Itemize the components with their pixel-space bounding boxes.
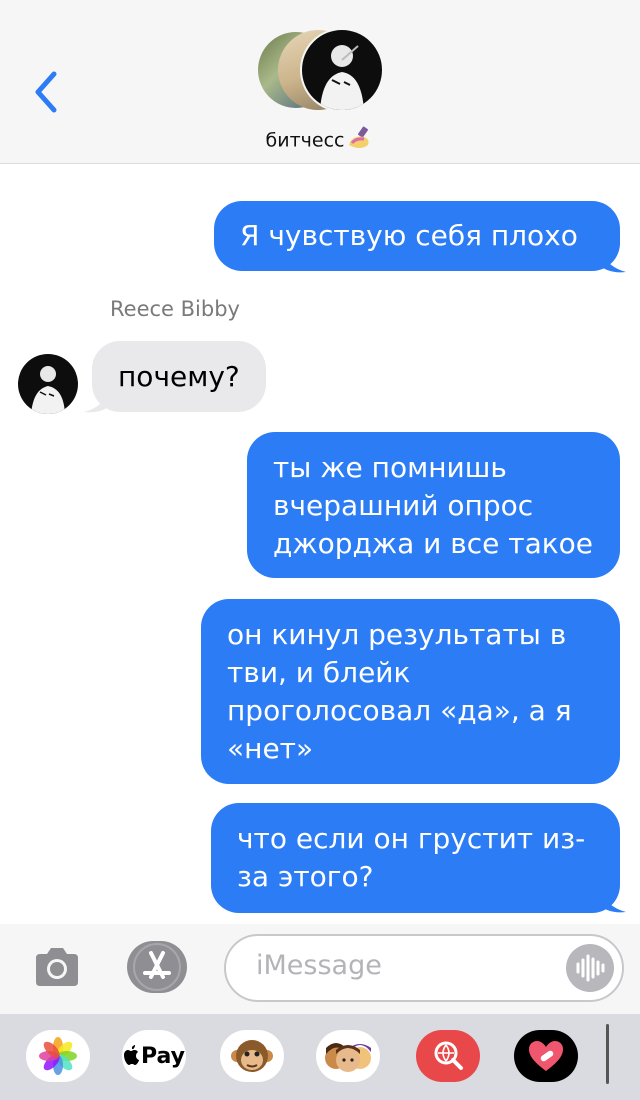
message-text-line: он кинул результаты в — [227, 618, 567, 651]
message-bubble-outgoing[interactable]: Я чувствую себя плохо — [214, 201, 620, 271]
avatar — [300, 28, 384, 112]
digital-touch-heart-icon — [529, 1041, 563, 1071]
message-text-line: тви, и блейк — [227, 656, 411, 689]
bubble-tail — [598, 888, 626, 913]
apple-pay-button[interactable]: Pay — [122, 1030, 186, 1082]
photos-app-button[interactable] — [26, 1030, 90, 1082]
message-input-placeholder: iMessage — [256, 950, 382, 981]
app-store-icon — [133, 943, 181, 991]
apple-logo-icon — [123, 1045, 139, 1065]
message-text-line: за этого? — [237, 860, 374, 893]
photos-app-icon — [39, 1037, 77, 1075]
image-search-icon — [434, 1041, 463, 1070]
group-name[interactable]: битчесс — [0, 125, 640, 156]
message-bubble-incoming[interactable]: почему? — [92, 341, 266, 412]
message-bubble-outgoing[interactable]: что если он грустит из- за этого? — [211, 803, 620, 913]
message-text: почему? — [118, 360, 240, 393]
app-store-button[interactable] — [127, 941, 187, 993]
sender-name: Reece Bibby — [110, 297, 240, 321]
audio-waveform-icon — [576, 954, 605, 982]
message-text-line: вчерашний опрос — [273, 489, 534, 522]
camera-icon — [36, 948, 78, 986]
message-text-line: джорджа и все такое — [273, 527, 593, 560]
apple-pay-label: Pay — [140, 1043, 186, 1069]
digital-touch-button[interactable] — [514, 1030, 578, 1082]
memoji-stickers-icon — [325, 1043, 371, 1072]
drawer-divider — [606, 1024, 609, 1084]
message-text-line: проголосовал «да», а я — [227, 694, 572, 727]
group-name-label: битчесс — [265, 129, 345, 152]
group-avatars[interactable] — [258, 28, 388, 112]
message-text-line: ты же помнишь — [273, 451, 507, 484]
chevron-left-icon — [35, 71, 57, 113]
message-text-line: «нет» — [227, 732, 314, 765]
animoji-monkey-icon — [231, 1040, 273, 1072]
image-search-button[interactable] — [416, 1030, 480, 1082]
camera-button[interactable] — [32, 942, 82, 992]
nail-polish-icon — [346, 125, 374, 156]
message-text: Я чувствую себя плохо — [240, 219, 578, 252]
conversation-header: битчесс — [0, 0, 640, 164]
message-input[interactable]: iMessage — [224, 934, 624, 1002]
back-button[interactable] — [28, 68, 68, 118]
voice-message-button[interactable] — [566, 944, 614, 992]
message-bubble-outgoing[interactable]: ты же помнишь вчерашний опрос джорджа и … — [247, 432, 620, 578]
bubble-tail — [598, 248, 626, 273]
message-text-line: что если он грустит из- — [237, 822, 586, 855]
memoji-stickers-button[interactable] — [316, 1030, 380, 1082]
animoji-button[interactable] — [220, 1030, 284, 1082]
message-bubble-outgoing[interactable]: он кинул результаты в тви, и блейк прого… — [201, 599, 620, 784]
sender-avatar[interactable] — [18, 354, 78, 414]
